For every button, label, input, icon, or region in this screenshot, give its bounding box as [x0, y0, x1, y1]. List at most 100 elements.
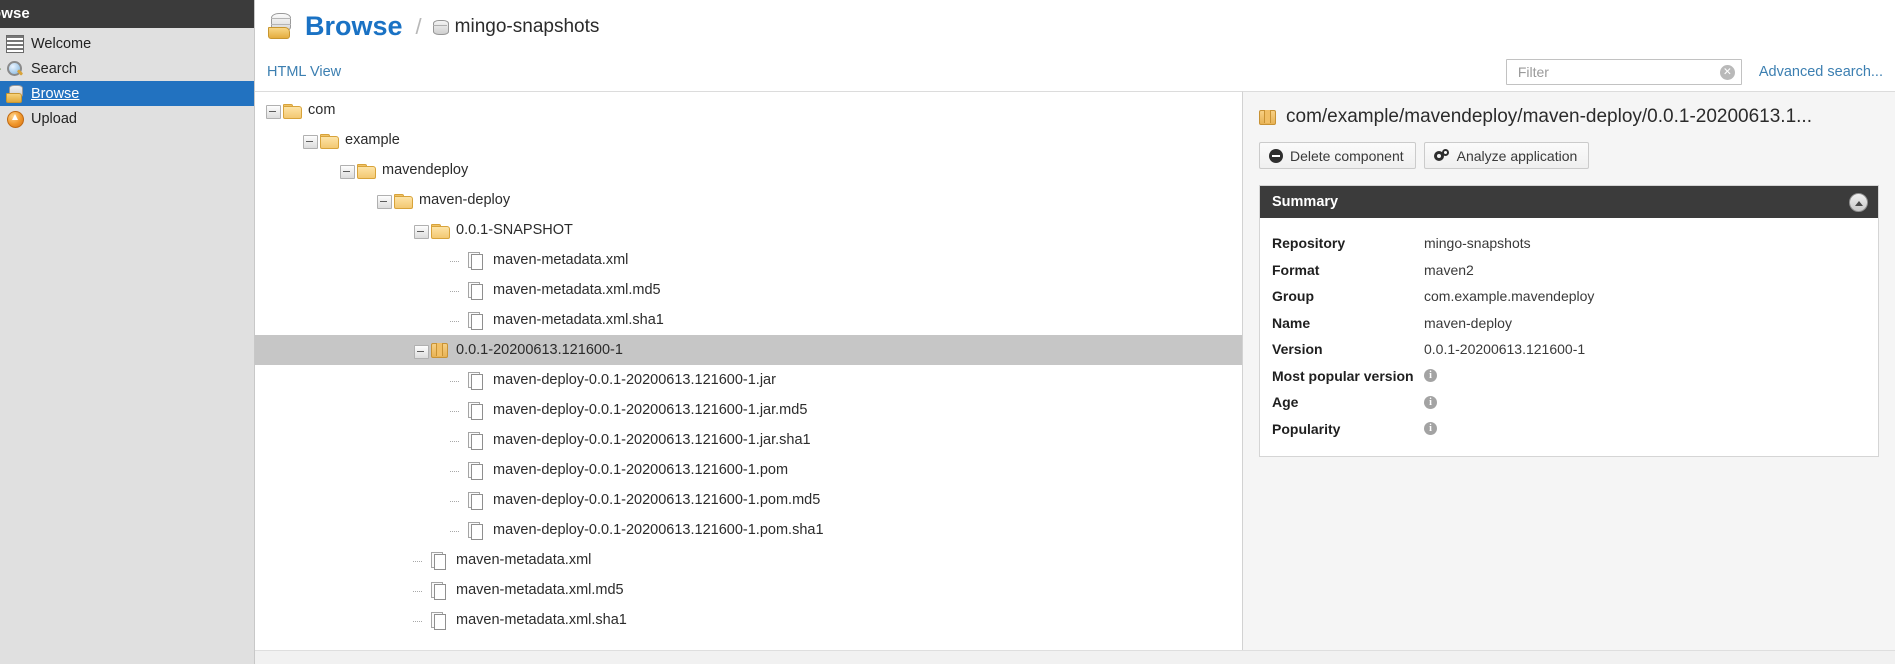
- tree-row-label: maven-metadata.xml: [493, 251, 629, 268]
- tree-row[interactable]: maven-deploy-0.0.1-20200613.121600-1.pom: [255, 455, 1242, 485]
- summary-row-value: com.example.mavendeploy: [1424, 288, 1595, 305]
- analyze-application-button[interactable]: Analyze application: [1423, 142, 1590, 169]
- collapse-toggle-icon[interactable]: [413, 342, 429, 359]
- file-icon: [431, 551, 448, 570]
- folder-icon: [283, 103, 302, 119]
- file-icon: [468, 401, 485, 420]
- tree-leaf-connector-icon: [450, 312, 466, 328]
- filter-box[interactable]: ✕: [1505, 59, 1742, 85]
- tree-row-label: maven-deploy-0.0.1-20200613.121600-1.jar…: [493, 401, 808, 418]
- chevron-up-icon[interactable]: [1849, 192, 1868, 212]
- app-root: rowse Welcome + Search Browse Uplo: [0, 0, 1895, 664]
- sidebar-item-label-browse: Browse: [31, 85, 80, 102]
- info-icon[interactable]: i: [1424, 422, 1437, 436]
- file-icon: [468, 371, 485, 390]
- summary-row: Repository mingo-snapshots: [1260, 230, 1878, 257]
- tree-row-label: maven-deploy: [419, 191, 511, 208]
- tree-row-label: maven-metadata.xml.sha1: [493, 311, 664, 328]
- collapse-toggle-icon[interactable]: [339, 162, 355, 179]
- tree-row-label: maven-deploy-0.0.1-20200613.121600-1.pom…: [493, 521, 824, 538]
- collapse-toggle-icon[interactable]: [413, 222, 429, 239]
- delete-component-button[interactable]: Delete component: [1259, 142, 1416, 169]
- summary-row: Group com.example.mavendeploy: [1260, 283, 1878, 310]
- detail-panel: com/example/mavendeploy/maven-deploy/0.0…: [1243, 91, 1895, 664]
- tree-row[interactable]: maven-deploy-0.0.1-20200613.121600-1.jar…: [255, 395, 1242, 425]
- sidebar-item-list: Welcome + Search Browse Upload: [0, 28, 254, 131]
- search-icon: [6, 60, 24, 78]
- collapse-toggle-icon[interactable]: [376, 192, 392, 209]
- sidebar-item-welcome[interactable]: Welcome: [0, 31, 254, 56]
- tree-row[interactable]: maven-deploy-0.0.1-20200613.121600-1.pom…: [255, 515, 1242, 545]
- gears-icon: [1433, 148, 1450, 163]
- tree-row[interactable]: maven-metadata.xml: [255, 545, 1242, 575]
- sidebar-item-browse[interactable]: Browse: [0, 81, 254, 106]
- browse-icon: [6, 84, 24, 103]
- info-icon[interactable]: i: [1424, 395, 1437, 409]
- delete-component-label: Delete component: [1290, 147, 1404, 164]
- summary-row-key: Popularity: [1272, 420, 1341, 437]
- component-tree[interactable]: com example mavendeploy maven-deploy 0.0.1-S…: [255, 91, 1243, 664]
- sidebar-header: rowse: [0, 0, 254, 28]
- tree-row-label: example: [345, 131, 400, 148]
- tree-leaf-connector-icon: [450, 522, 466, 538]
- tree-row-label: 0.0.1-SNAPSHOT: [456, 221, 573, 238]
- sidebar-item-label-welcome: Welcome: [31, 35, 92, 52]
- sidebar-item-label-search: Search: [31, 60, 77, 77]
- filter-input[interactable]: [1515, 63, 1720, 81]
- tree-row[interactable]: 0.0.1-SNAPSHOT: [255, 215, 1242, 245]
- tree-row-label: maven-metadata.xml.sha1: [456, 611, 627, 628]
- tree-row[interactable]: maven-deploy-0.0.1-20200613.121600-1.jar…: [255, 425, 1242, 455]
- tree-row-label: 0.0.1-20200613.121600-1: [456, 341, 623, 358]
- breadcrumb-separator: /: [415, 13, 422, 39]
- folder-icon: [357, 163, 376, 179]
- tree-row[interactable]: maven-deploy-0.0.1-20200613.121600-1.jar: [255, 365, 1242, 395]
- tree-row[interactable]: maven-metadata.xml.md5: [255, 275, 1242, 305]
- summary-row-key: Most popular version: [1272, 367, 1414, 384]
- collapse-toggle-icon[interactable]: [302, 132, 318, 149]
- analyze-application-label: Analyze application: [1456, 147, 1578, 164]
- advanced-search-link[interactable]: Advanced search...: [1759, 64, 1883, 80]
- sidebar-item-upload[interactable]: Upload: [0, 106, 254, 131]
- summary-row: Most popular version i: [1260, 363, 1878, 390]
- summary-card: Summary Repository mingo-snapshots Format m…: [1259, 185, 1879, 457]
- tree-row[interactable]: 0.0.1-20200613.121600-1: [255, 335, 1242, 365]
- tree-leaf-connector-icon: [413, 612, 429, 628]
- tree-row[interactable]: maven-metadata.xml.sha1: [255, 605, 1242, 635]
- tree-row[interactable]: maven-deploy-0.0.1-20200613.121600-1.pom…: [255, 485, 1242, 515]
- tree-row[interactable]: maven-metadata.xml.md5: [255, 575, 1242, 605]
- summary-row-key: Name: [1272, 314, 1311, 331]
- file-icon: [468, 311, 485, 330]
- tree-row[interactable]: mavendeploy: [255, 155, 1242, 185]
- tree-row[interactable]: com: [255, 95, 1242, 125]
- tree-row[interactable]: example: [255, 125, 1242, 155]
- detail-title: com/example/mavendeploy/maven-deploy/0.0…: [1259, 106, 1879, 128]
- sidebar-item-label-upload: Upload: [31, 110, 77, 127]
- sidebar-item-search[interactable]: + Search: [0, 56, 254, 81]
- tree-row[interactable]: maven-metadata.xml: [255, 245, 1242, 275]
- toolbar: HTML View ✕ Advanced search...: [255, 53, 1895, 91]
- summary-heading: Summary: [1272, 194, 1339, 210]
- file-icon: [468, 461, 485, 480]
- breadcrumb-repository: mingo-snapshots: [454, 15, 600, 37]
- upload-icon: [6, 110, 24, 128]
- tree-row[interactable]: maven-metadata.xml.sha1: [255, 305, 1242, 335]
- file-icon: [468, 431, 485, 450]
- tree-row[interactable]: maven-deploy: [255, 185, 1242, 215]
- tree-leaf-connector-icon: [450, 372, 466, 388]
- collapse-toggle-icon[interactable]: [265, 102, 281, 119]
- clear-filter-icon[interactable]: ✕: [1719, 64, 1735, 80]
- tree-leaf-connector-icon: [450, 282, 466, 298]
- info-icon[interactable]: i: [1424, 369, 1437, 383]
- html-view-link[interactable]: HTML View: [267, 64, 341, 80]
